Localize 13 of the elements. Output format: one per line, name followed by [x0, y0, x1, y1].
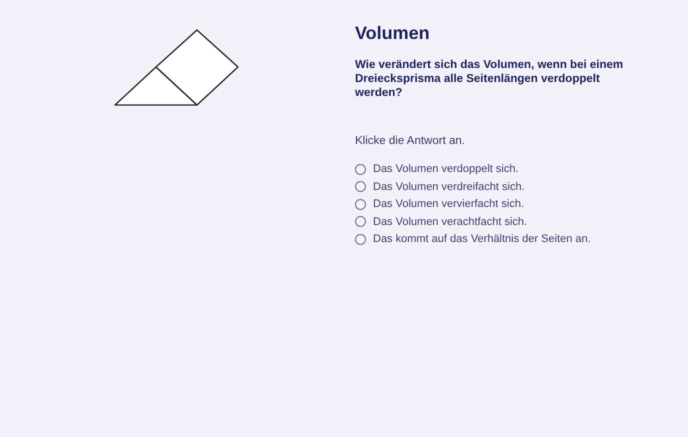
answer-option[interactable]: Das Volumen verdoppelt sich.: [355, 162, 645, 176]
answer-option[interactable]: Das Volumen vervierfacht sich.: [355, 197, 645, 211]
answer-option[interactable]: Das Volumen verdreifacht sich.: [355, 180, 645, 194]
page-title: Volumen: [355, 22, 431, 44]
radio-button[interactable]: [355, 164, 366, 174]
radio-button[interactable]: [355, 198, 366, 210]
instruction-text: Klicke die Antwort an.: [355, 134, 466, 148]
answer-option[interactable]: Das kommt auf das Verhältnis der Seiten an.: [355, 232, 645, 246]
radio-button[interactable]: [355, 234, 366, 244]
radio-button[interactable]: [355, 216, 366, 227]
question-text: Wie verändert sich das Volumen, wenn bei einem Dreiecksprisma alle Seitenlängen verdoppelt werden?: [355, 58, 624, 100]
answer-option[interactable]: Das Volumen verachtfacht sich.: [355, 214, 645, 228]
radio-button[interactable]: [355, 181, 366, 192]
